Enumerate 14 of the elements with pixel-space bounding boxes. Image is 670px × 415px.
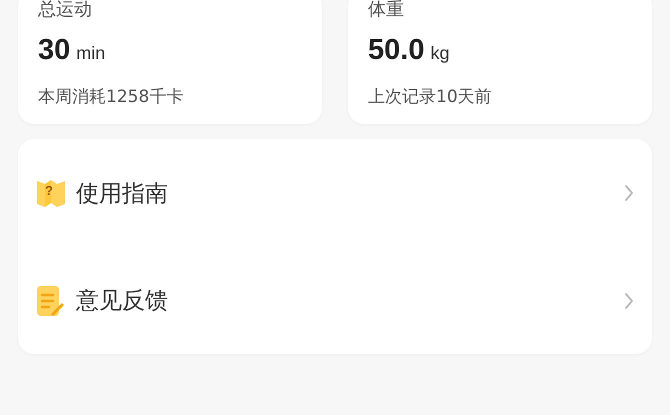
map-icon: ? xyxy=(36,177,66,209)
stat-value: 30 xyxy=(38,34,70,67)
note-edit-icon xyxy=(36,284,66,316)
chevron-right-icon xyxy=(624,292,634,310)
menu-item[interactable]: ? 使用指南 xyxy=(36,139,634,247)
menu-item[interactable]: 意见反馈 xyxy=(36,247,634,354)
chevron-right-icon xyxy=(624,184,634,202)
stat-unit: min xyxy=(76,43,106,64)
stat-title: 体重 xyxy=(368,0,405,20)
stat-value: 50.0 xyxy=(368,34,424,67)
stat-note: 本周消耗1258千卡 xyxy=(38,86,184,108)
stat-title: 总运动 xyxy=(38,0,93,20)
stat-note: 上次记录10天前 xyxy=(368,86,493,108)
stat-unit: kg xyxy=(430,43,450,64)
